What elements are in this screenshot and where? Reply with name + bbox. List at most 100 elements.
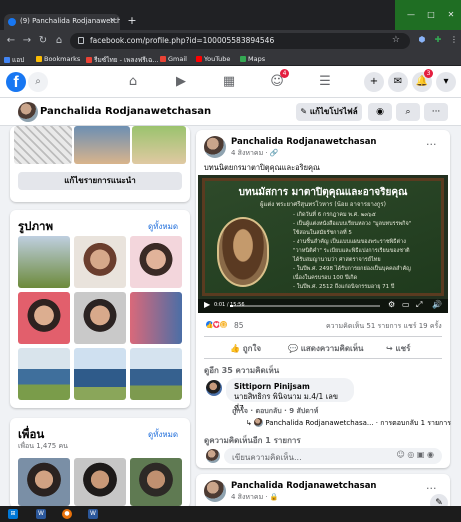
featured-photo[interactable]	[14, 126, 72, 164]
post2-date[interactable]: 4 สิงหาคม · 🔒	[231, 492, 279, 503]
menu-kebab-icon[interactable]: ⋮	[448, 34, 460, 46]
photo-thumbnail[interactable]	[18, 348, 70, 400]
write-comment-input[interactable]: เขียนความคิดเห็น... ☺ ◎ ▣ ◉	[224, 448, 442, 464]
marketplace-nav-icon[interactable]: ▦	[220, 73, 238, 91]
messenger-icon[interactable]: ✉	[388, 72, 408, 92]
close-window-icon[interactable]: ✕	[444, 10, 458, 20]
account-chevron-down-icon[interactable]: ▾	[436, 72, 456, 92]
reaction-count[interactable]: 85	[234, 321, 244, 330]
comments-shares-count[interactable]: ความคิดเห็น 51 รายการ แชร์ 19 ครั้ง	[326, 321, 442, 332]
see-all-friends-link[interactable]: ดูทั้งหมด	[148, 428, 178, 441]
post2-author-avatar[interactable]	[204, 480, 226, 502]
settings-gear-icon[interactable]: ⚙	[388, 300, 395, 309]
post-options-icon[interactable]: ···	[426, 138, 437, 151]
more-options-icon[interactable]: ···	[424, 103, 448, 121]
reply-avatar	[254, 418, 264, 427]
browser-tab-strip: (9) Panchalida Rodjanawetchasan ✕ + — □ …	[0, 0, 461, 30]
minimize-icon[interactable]: —	[404, 10, 418, 20]
theater-mode-icon[interactable]: ▭	[402, 300, 410, 309]
back-icon[interactable]: ←	[4, 34, 18, 48]
friends-count: เพื่อน 1,475 คน	[18, 442, 68, 450]
share-arrow-icon: ↪	[386, 344, 396, 353]
divider	[204, 358, 442, 359]
reload-icon[interactable]: ↻	[36, 34, 50, 48]
friend-photo[interactable]	[18, 458, 70, 506]
word-app-icon[interactable]: W	[36, 509, 46, 519]
more-comments-link[interactable]: ดูความคิดเห็นอีก 1 รายการ	[204, 434, 301, 447]
close-tab-icon[interactable]: ✕	[109, 16, 116, 25]
photo-thumbnail[interactable]	[18, 292, 70, 344]
reply-summary[interactable]: ↳ Panchalida Rodjanawetchasa... · การตอบ…	[246, 418, 451, 429]
menu-nav-icon[interactable]: ☰	[316, 73, 334, 91]
bookmark-star-icon[interactable]: ☆	[392, 35, 400, 45]
bookmark-gmail[interactable]: Gmail	[160, 55, 187, 63]
windows-start-icon[interactable]: ⊞	[8, 509, 18, 519]
photo-thumbnail[interactable]	[130, 292, 182, 344]
video-progress-bar[interactable]	[230, 305, 380, 307]
post2-options-icon[interactable]: ···	[426, 482, 437, 495]
bookmark-youtube[interactable]: YouTube	[196, 55, 230, 63]
chalkboard-image: บทนมัสการ มาตาปิตุคุณและอาจริยคุณ ผู้แต่…	[202, 178, 444, 296]
gmail-icon	[160, 56, 166, 62]
play-icon[interactable]: ▶	[204, 300, 210, 309]
search-icon[interactable]: ⌕	[28, 72, 48, 92]
groups-badge: 4	[280, 69, 289, 78]
word-app-icon-2[interactable]: W	[88, 509, 98, 519]
view-more-comments-link[interactable]: ดูอีก 35 ความคิดเห็น	[204, 364, 279, 377]
create-plus-icon[interactable]: +	[364, 72, 384, 92]
photo-thumbnail[interactable]	[130, 236, 182, 288]
url-input[interactable]: facebook.com/profile.php?id=100005583894…	[70, 33, 410, 49]
bookmarks-bar: แอป Bookmarks รีมซ์ไทย - เพลงฟรีเฉ... Gm…	[0, 52, 461, 66]
facebook-logo-icon[interactable]: f	[6, 72, 26, 92]
home-nav-icon[interactable]: ⌂	[124, 73, 142, 91]
board-line: เนื่องในครบรอบ 100 ปีเกิด	[293, 275, 358, 281]
music-site-icon	[86, 57, 92, 63]
post-author-name[interactable]: Panchalida Rodjanawetchasan	[231, 137, 376, 147]
featured-photo[interactable]	[132, 126, 186, 164]
browser-tab[interactable]: (9) Panchalida Rodjanawetchasan ✕	[4, 14, 120, 30]
chrome-app-icon[interactable]: ●	[62, 509, 72, 519]
watch-nav-icon[interactable]: ▶	[172, 73, 190, 91]
comment-button[interactable]: 💬 แสดงความคิดเห็น	[288, 342, 364, 355]
commenter-name[interactable]: Sittiporn Pinijsam	[234, 382, 346, 391]
like-button[interactable]: 👍 ถูกใจ	[230, 342, 261, 355]
see-all-photos-link[interactable]: ดูทั้งหมด	[148, 220, 178, 233]
post-video[interactable]: บทนมัสการ มาตาปิตุคุณและอาจริยคุณ ผู้แต่…	[198, 175, 448, 313]
extension-puzzle-icon[interactable]: ✚	[432, 34, 444, 46]
new-tab-button[interactable]: +	[126, 14, 138, 28]
friend-photo[interactable]	[130, 458, 182, 506]
edit-profile-button[interactable]: ✎ แก้ไขโปรไฟล์	[296, 103, 362, 121]
photo-thumbnail[interactable]	[74, 348, 126, 400]
maximize-icon[interactable]: □	[424, 10, 438, 20]
profile-search-icon[interactable]: ⌕	[396, 103, 420, 121]
fullscreen-icon[interactable]: ⤢	[416, 300, 422, 310]
photo-thumbnail[interactable]	[74, 236, 126, 288]
edit-featured-button[interactable]: แก้ไขรายการแนะนำ	[18, 172, 182, 190]
commenter-avatar[interactable]	[206, 380, 222, 396]
extension-icon[interactable]: ⬢	[416, 34, 428, 46]
post-date[interactable]: 4 สิงหาคม · 🔗	[231, 148, 279, 159]
share-button[interactable]: ↪ แชร์	[386, 342, 410, 355]
bookmark-bookmarks[interactable]: Bookmarks	[36, 55, 80, 63]
bookmark-maps[interactable]: Maps	[240, 55, 265, 63]
photo-thumbnail[interactable]	[74, 292, 126, 344]
address-bar-row: ← → ↻ ⌂ facebook.com/profile.php?id=1000…	[0, 30, 461, 52]
friend-photo[interactable]	[74, 458, 126, 506]
bookmark-music[interactable]: รีมซ์ไทย - เพลงฟรีเฉ...	[86, 55, 159, 65]
home-icon[interactable]: ⌂	[52, 34, 66, 48]
view-as-eye-icon[interactable]: ◉	[368, 103, 392, 121]
photo-thumbnail[interactable]	[130, 348, 182, 400]
featured-photo[interactable]	[74, 126, 130, 164]
comment-actions[interactable]: ถูกใจ · ตอบกลับ · 9 สัปดาห์	[232, 406, 318, 417]
board-line: - งานชิ้นสำคัญ เป็นแบบแผนของพระราชพิธีต่…	[293, 239, 406, 245]
post2-author-name[interactable]: Panchalida Rodjanawetchasan	[231, 481, 376, 491]
forward-icon[interactable]: →	[20, 34, 34, 48]
post-author-avatar[interactable]	[204, 136, 226, 158]
profile-name[interactable]: Panchalida Rodjanawetchasan	[40, 106, 211, 117]
volume-icon[interactable]: 🔊	[432, 300, 442, 309]
emoji-camera-gif-sticker-icons[interactable]: ☺ ◎ ▣ ◉	[397, 450, 435, 459]
avatar[interactable]	[18, 102, 38, 122]
youtube-icon	[196, 56, 202, 62]
bookmark-apps[interactable]: แอป	[4, 55, 24, 65]
photo-thumbnail[interactable]	[18, 236, 70, 288]
